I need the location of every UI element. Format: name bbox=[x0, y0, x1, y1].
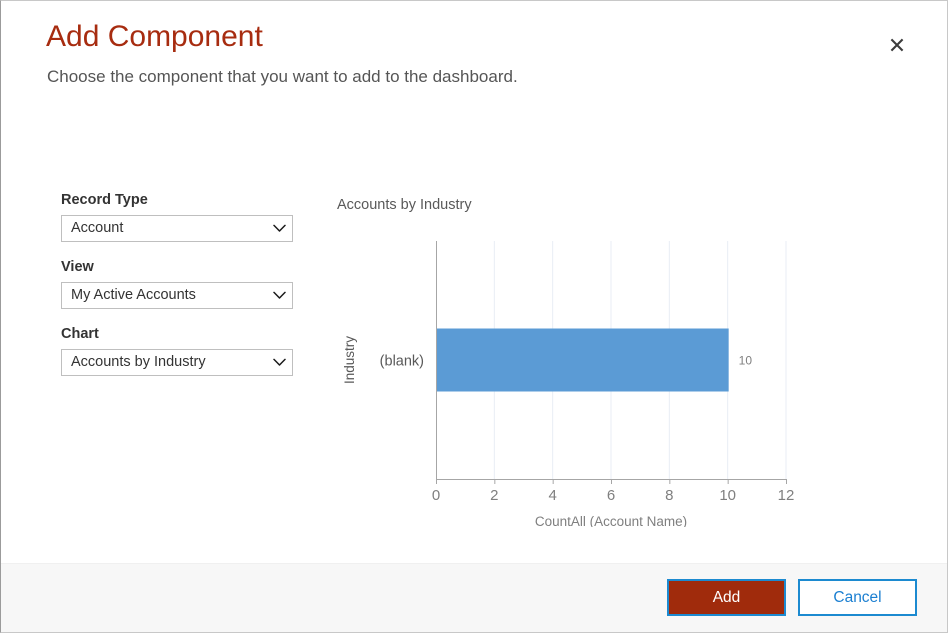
svg-text:10: 10 bbox=[739, 354, 753, 368]
chart-canvas: 10 (blank) 0 2 4 6 8 10 12 CountAll (Account Name… bbox=[335, 197, 895, 527]
add-component-dialog: Add Component Choose the component that … bbox=[0, 0, 948, 633]
page-title: Add Component bbox=[46, 20, 263, 54]
svg-text:6: 6 bbox=[607, 487, 615, 504]
chart-value: Accounts by Industry bbox=[62, 350, 266, 375]
svg-text:10: 10 bbox=[719, 487, 736, 504]
svg-text:(blank): (blank) bbox=[380, 354, 424, 370]
svg-text:0: 0 bbox=[432, 487, 440, 504]
record-type-select[interactable]: Account bbox=[61, 215, 293, 242]
chevron-down-icon bbox=[266, 350, 292, 375]
svg-text:CountAll (Account Name): CountAll (Account Name) bbox=[535, 514, 687, 527]
svg-text:2: 2 bbox=[490, 487, 498, 504]
field-label-record-type: Record Type bbox=[61, 191, 296, 209]
svg-text:Industry: Industry bbox=[342, 336, 357, 384]
close-button[interactable] bbox=[883, 31, 911, 59]
chart-select[interactable]: Accounts by Industry bbox=[61, 349, 293, 376]
svg-text:8: 8 bbox=[665, 487, 673, 504]
svg-text:4: 4 bbox=[548, 487, 556, 504]
field-label-chart: Chart bbox=[61, 325, 296, 343]
dialog-footer: Add Cancel bbox=[1, 563, 947, 632]
view-value: My Active Accounts bbox=[62, 283, 266, 308]
record-type-value: Account bbox=[62, 216, 266, 241]
field-label-view: View bbox=[61, 258, 296, 276]
chevron-down-icon bbox=[266, 216, 292, 241]
chart-preview: Accounts by Industry 10(blank)024681012C… bbox=[335, 197, 895, 527]
dialog-subtitle: Choose the component that you want to ad… bbox=[47, 67, 518, 87]
svg-text:12: 12 bbox=[778, 487, 795, 504]
cancel-button[interactable]: Cancel bbox=[798, 579, 917, 616]
chevron-down-icon bbox=[266, 283, 292, 308]
footer-button-group: Add Cancel bbox=[667, 579, 917, 616]
view-select[interactable]: My Active Accounts bbox=[61, 282, 293, 309]
component-form: Record Type Account View My Active Accou… bbox=[61, 191, 296, 376]
close-icon bbox=[889, 37, 905, 53]
add-button[interactable]: Add bbox=[667, 579, 786, 616]
